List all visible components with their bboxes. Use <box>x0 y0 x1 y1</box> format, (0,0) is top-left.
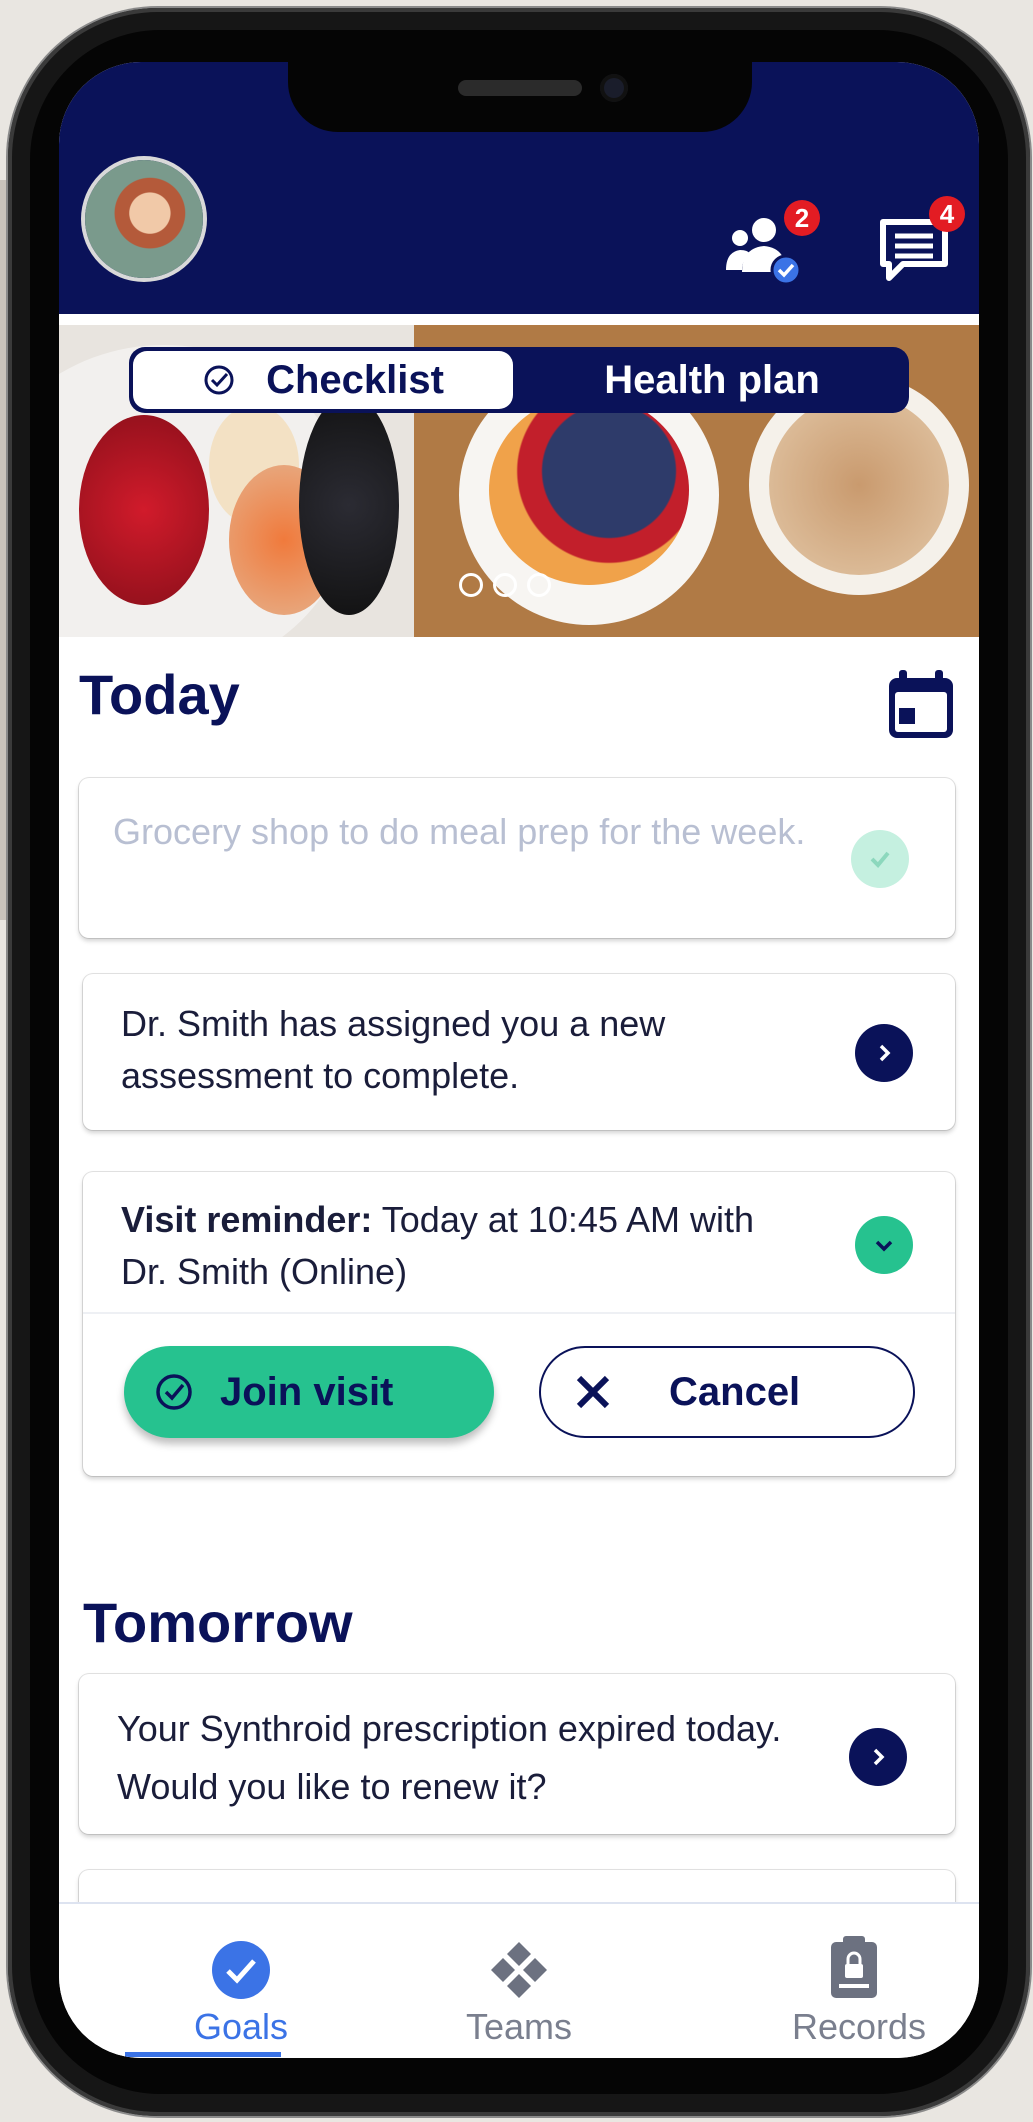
carousel-dots <box>459 573 551 597</box>
visit-expand-button[interactable] <box>855 1216 913 1274</box>
nav-goals-label: Goals <box>193 2006 289 2047</box>
carousel-dot[interactable] <box>527 573 551 597</box>
speaker-grille <box>458 80 582 96</box>
nav-goals[interactable]: Goals <box>121 1904 361 2058</box>
messages-badge: 4 <box>929 196 965 232</box>
join-visit-button[interactable]: Join visit <box>124 1346 494 1438</box>
hero-carousel[interactable]: Checklist Health plan <box>59 325 979 637</box>
carousel-dot[interactable] <box>459 573 483 597</box>
prescription-open-button[interactable] <box>849 1728 907 1786</box>
blackberries-image <box>299 395 399 615</box>
tab-checklist-label: Checklist <box>266 357 444 402</box>
cherries-image <box>79 415 209 605</box>
today-heading: Today <box>79 663 240 726</box>
card-divider <box>83 1312 955 1314</box>
tab-health-plan-label: Health plan <box>604 357 820 402</box>
front-camera <box>600 74 628 102</box>
check-icon <box>870 851 890 868</box>
bottom-navigation: Goals Teams Records <box>59 1902 979 2058</box>
berries-image <box>489 395 689 585</box>
view-toggle: Checklist Health plan <box>129 347 909 413</box>
chevron-down-icon <box>875 1240 893 1252</box>
calendar-button[interactable] <box>889 670 953 743</box>
coffee <box>769 395 949 575</box>
completed-check-button[interactable] <box>851 830 909 888</box>
nav-records[interactable]: Records <box>739 1904 979 2058</box>
check-circle-icon <box>204 365 234 395</box>
avatar[interactable] <box>85 160 203 278</box>
prescription-text: Your Synthroid prescription expired toda… <box>117 1708 782 1807</box>
nav-teams[interactable]: Teams <box>399 1904 639 2058</box>
cancel-visit-button[interactable]: Cancel <box>539 1346 915 1438</box>
nav-active-indicator <box>125 2052 281 2057</box>
prescription-card[interactable]: Your Synthroid prescription expired toda… <box>79 1674 955 1834</box>
check-circle-icon <box>156 1374 192 1410</box>
app-screen: 2 4 Checklist Health plan Today Grocery … <box>59 62 979 2058</box>
carousel-dot[interactable] <box>493 573 517 597</box>
task-text: Grocery shop to do meal prep for the wee… <box>113 811 806 852</box>
nav-records-label: Records <box>791 2006 927 2047</box>
assessment-card[interactable]: Dr. Smith has assigned you a new assessm… <box>83 974 955 1130</box>
visit-reminder-card: Visit reminder: Today at 10:45 AM with D… <box>83 1172 955 1476</box>
check-circle-icon <box>212 1941 270 1999</box>
phone-notch <box>288 62 752 132</box>
teams-icon <box>491 1942 547 1998</box>
join-visit-label: Join visit <box>220 1369 394 1414</box>
tab-checklist[interactable]: Checklist <box>133 351 513 409</box>
assessment-open-button[interactable] <box>855 1024 913 1082</box>
tomorrow-heading: Tomorrow <box>83 1591 353 1654</box>
team-badge: 2 <box>784 200 820 236</box>
assessment-text: Dr. Smith has assigned you a new assessm… <box>121 1003 666 1096</box>
task-card-completed[interactable]: Grocery shop to do meal prep for the wee… <box>79 778 955 938</box>
tab-health-plan[interactable]: Health plan <box>519 351 905 409</box>
chevron-right-icon <box>879 1044 891 1062</box>
visit-reminder-text: Visit reminder: Today at 10:45 AM with D… <box>121 1194 801 1298</box>
nav-teams-label: Teams <box>465 2006 573 2047</box>
messages-button[interactable]: 4 <box>877 196 965 292</box>
calendar-icon <box>889 670 953 738</box>
close-icon <box>576 1375 610 1409</box>
chevron-right-icon <box>873 1748 885 1766</box>
team-notifications-button[interactable]: 2 <box>724 200 820 290</box>
cancel-visit-label: Cancel <box>669 1369 801 1414</box>
visit-reminder-label: Visit reminder: <box>121 1199 373 1240</box>
clipboard-lock-icon <box>831 1936 877 1998</box>
